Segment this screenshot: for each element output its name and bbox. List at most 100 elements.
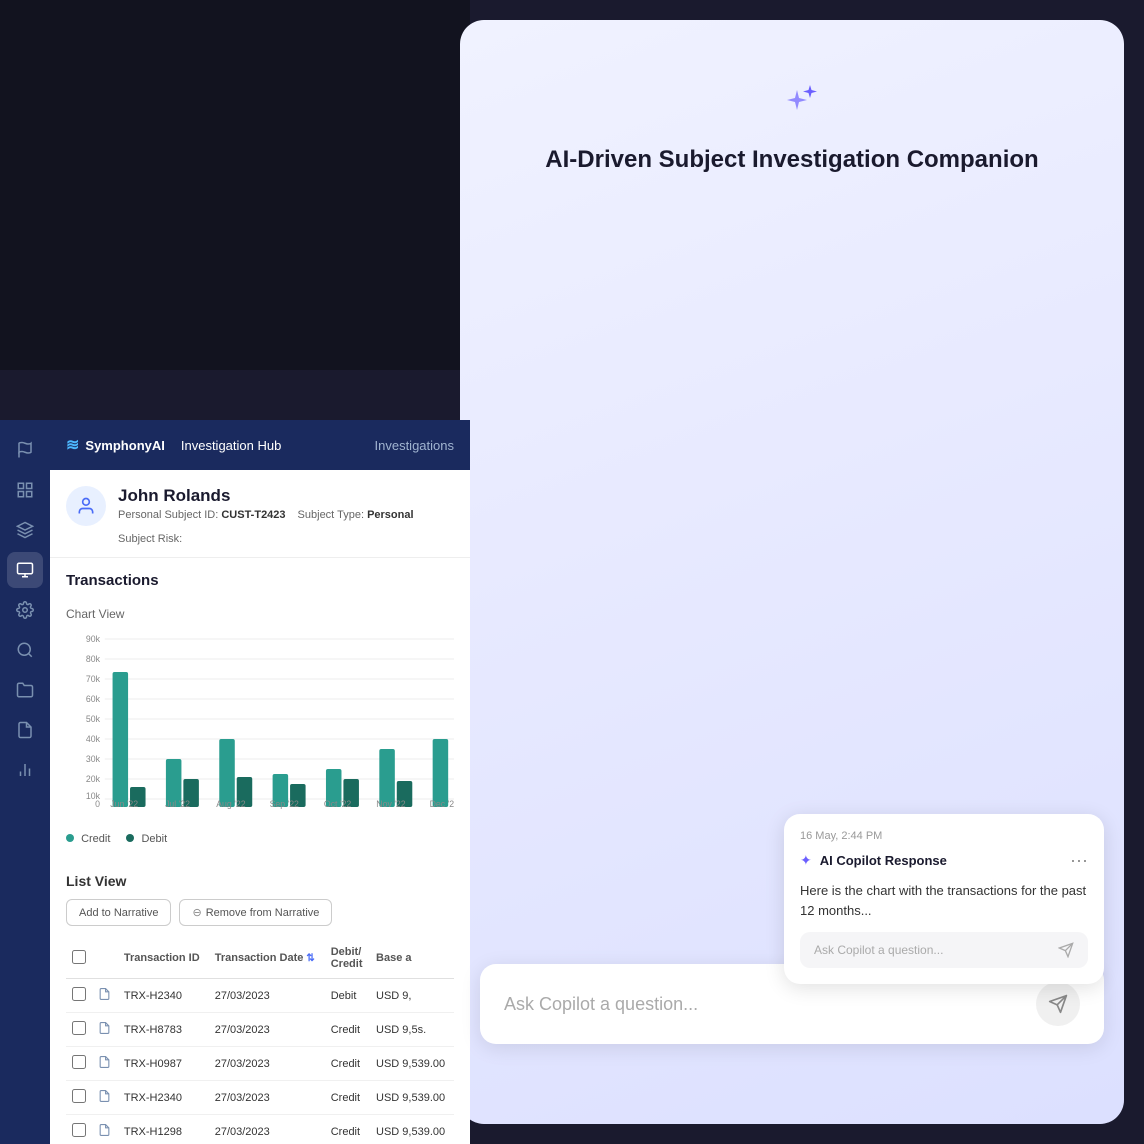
dark-background	[0, 0, 470, 370]
svg-text:70k: 70k	[86, 674, 101, 684]
copilot-send-button[interactable]	[1036, 982, 1080, 1026]
copilot-timestamp: 16 May, 2:44 PM	[800, 830, 1088, 842]
logo: ≋ SymphonyAI	[66, 435, 165, 455]
remove-icon: ⊖	[192, 906, 201, 919]
row-doc-icon	[92, 1081, 118, 1115]
row-id: TRX-H0987	[118, 1047, 209, 1081]
copilot-more-options[interactable]: ···	[1070, 850, 1088, 871]
copilot-input-placeholder: Ask Copilot a question...	[504, 994, 1036, 1015]
row-date: 27/03/2023	[209, 1115, 325, 1144]
row-id: TRX-H1298	[118, 1115, 209, 1144]
transactions-table: Transaction ID Transaction Date ⇅ Debit/…	[66, 938, 454, 1144]
list-actions: Add to Narrative ⊖ Remove from Narrative	[66, 899, 454, 926]
table-row: TRX-H2340 27/03/2023 Debit USD 9,	[66, 979, 454, 1013]
sidebar-item-analytics[interactable]	[7, 752, 43, 788]
chart-area: 90k 80k 70k 60k 50k 40k 30k 20k 10k 0	[66, 629, 454, 829]
svg-text:0: 0	[95, 799, 100, 809]
row-base: USD 9,	[370, 979, 454, 1013]
send-icon	[1048, 994, 1068, 1014]
subject-header: John Rolands Personal Subject ID: CUST-T…	[50, 470, 470, 558]
copilot-response-input-placeholder: Ask Copilot a question...	[814, 943, 943, 957]
row-id: TRX-H8783	[118, 1013, 209, 1047]
row-checkbox-cell[interactable]	[66, 1013, 92, 1047]
navbar-investigations-link[interactable]: Investigations	[375, 438, 455, 453]
row-debit-credit: Credit	[325, 1013, 370, 1047]
sidebar-item-search[interactable]	[7, 632, 43, 668]
svg-text:80k: 80k	[86, 654, 101, 664]
svg-text:90k: 90k	[86, 634, 101, 644]
row-id: TRX-H2340	[118, 979, 209, 1013]
row-checkbox-cell[interactable]	[66, 1081, 92, 1115]
svg-text:30k: 30k	[86, 754, 101, 764]
copilot-response-header: ✦ AI Copilot Response ···	[800, 850, 1088, 871]
row-checkbox-1[interactable]	[72, 1021, 86, 1035]
subject-name: John Rolands	[118, 486, 454, 506]
header-checkbox-cell[interactable]	[66, 938, 92, 979]
list-view-section: List View Add to Narrative ⊖ Remove from…	[50, 861, 470, 1144]
add-narrative-button[interactable]: Add to Narrative	[66, 899, 171, 926]
sidebar-item-card[interactable]	[7, 552, 43, 588]
row-checkbox-cell[interactable]	[66, 979, 92, 1013]
legend-credit: Credit	[66, 833, 110, 845]
svg-text:20k: 20k	[86, 774, 101, 784]
ai-panel-title: AI-Driven Subject Investigation Companio…	[505, 146, 1078, 174]
logo-wave: ≋	[66, 435, 79, 455]
copilot-response-text: Here is the chart with the transactions …	[800, 881, 1088, 920]
chart-svg: 90k 80k 70k 60k 50k 40k 30k 20k 10k 0	[66, 629, 454, 809]
copilot-title-row: ✦ AI Copilot Response	[800, 852, 947, 869]
subject-meta: Personal Subject ID: CUST-T2423 Subject …	[118, 509, 454, 545]
sidebar-item-settings[interactable]	[7, 592, 43, 628]
row-base: USD 9,539.00	[370, 1047, 454, 1081]
navbar-hub-title: Investigation Hub	[181, 438, 281, 453]
copilot-star-icon: ✦	[800, 852, 812, 869]
row-base: USD 9,539.00	[370, 1081, 454, 1115]
copilot-response-input[interactable]: Ask Copilot a question...	[800, 932, 1088, 968]
row-doc-icon	[92, 979, 118, 1013]
row-date: 27/03/2023	[209, 1047, 325, 1081]
legend-debit: Debit	[126, 833, 167, 845]
copilot-response-label: AI Copilot Response	[820, 853, 947, 868]
table-header: Transaction ID Transaction Date ⇅ Debit/…	[66, 938, 454, 979]
header-icon-cell	[92, 938, 118, 979]
table-row: TRX-H0987 27/03/2023 Credit USD 9,539.00	[66, 1047, 454, 1081]
row-checkbox-3[interactable]	[72, 1089, 86, 1103]
svg-text:60k: 60k	[86, 694, 101, 704]
svg-text:50k: 50k	[86, 714, 101, 724]
svg-text:Jul '22: Jul '22	[165, 799, 190, 809]
legend-debit-dot	[126, 834, 134, 842]
table-body: TRX-H2340 27/03/2023 Debit USD 9, TRX-H8…	[66, 979, 454, 1144]
svg-text:Nov '22: Nov '22	[376, 799, 405, 809]
header-transaction-date: Transaction Date ⇅	[209, 938, 325, 979]
sidebar-item-grid[interactable]	[7, 472, 43, 508]
svg-text:40k: 40k	[86, 734, 101, 744]
sidebar	[0, 420, 50, 1144]
transactions-section-title: Transactions	[50, 558, 470, 599]
svg-text:Aug '22: Aug '22	[216, 799, 245, 809]
row-debit-credit: Credit	[325, 1047, 370, 1081]
row-doc-icon	[92, 1115, 118, 1144]
remove-narrative-button[interactable]: ⊖ Remove from Narrative	[179, 899, 332, 926]
sidebar-item-document[interactable]	[7, 712, 43, 748]
sidebar-item-layers[interactable]	[7, 512, 43, 548]
sidebar-item-flag[interactable]	[7, 432, 43, 468]
sort-icon[interactable]: ⇅	[306, 953, 314, 964]
subject-info: John Rolands Personal Subject ID: CUST-T…	[118, 486, 454, 545]
header-base-amount: Base a	[370, 938, 454, 979]
sidebar-item-folder[interactable]	[7, 672, 43, 708]
row-doc-icon	[92, 1013, 118, 1047]
chart-container: Chart View 90k 80k 70k 60k 50k 40k	[50, 599, 470, 861]
svg-text:Jun '22: Jun '22	[110, 799, 138, 809]
row-date: 27/03/2023	[209, 979, 325, 1013]
row-debit-credit: Credit	[325, 1081, 370, 1115]
row-date: 27/03/2023	[209, 1013, 325, 1047]
avatar	[66, 486, 106, 526]
chart-legend: Credit Debit	[66, 833, 454, 845]
main-content: ≋ SymphonyAI Investigation Hub Investiga…	[50, 420, 470, 1144]
row-checkbox-cell[interactable]	[66, 1047, 92, 1081]
select-all-checkbox[interactable]	[72, 950, 86, 964]
row-checkbox-2[interactable]	[72, 1055, 86, 1069]
row-checkbox-0[interactable]	[72, 987, 86, 1001]
logo-name: SymphonyAI	[85, 438, 164, 453]
row-checkbox-4[interactable]	[72, 1123, 86, 1137]
row-checkbox-cell[interactable]	[66, 1115, 92, 1144]
